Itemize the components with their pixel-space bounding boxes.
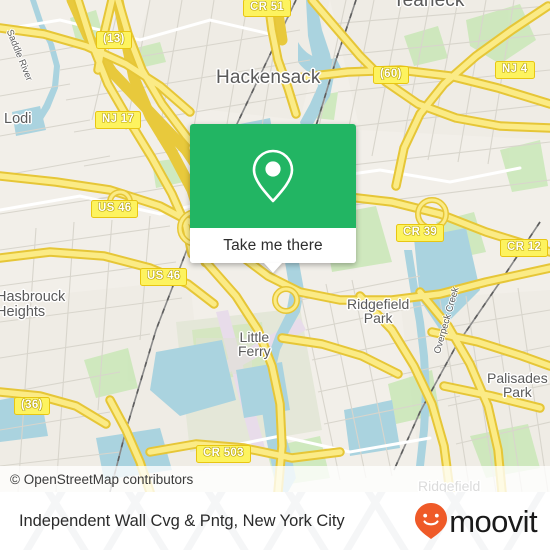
poi-popup-card[interactable]: Take me there — [190, 124, 356, 273]
moovit-wordmark: moovit — [449, 503, 537, 539]
map-shield-us-46-north: US 46 — [91, 200, 139, 218]
map-shield-60: (60) — [373, 66, 409, 84]
map-shield-cr-503: CR 503 — [196, 445, 251, 463]
map-shield-nj-17: NJ 17 — [95, 111, 142, 129]
map-shield-cr-39: CR 39 — [396, 224, 445, 242]
popup-pointer — [264, 263, 282, 273]
poi-popup-cta[interactable]: Take me there — [190, 228, 356, 273]
map-shield-cr-51: CR 51 — [243, 0, 292, 17]
map-shield-us-46-south: US 46 — [140, 268, 188, 286]
map-attribution-text: © OpenStreetMap contributors — [10, 471, 194, 487]
bottom-info-bar: Independent Wall Cvg & Pntg, New York Ci… — [0, 492, 550, 550]
moovit-logo[interactable]: moovit — [414, 503, 538, 539]
map-screenshot: Lodi Hackensack Teaneck Hasbrouck Height… — [0, 0, 550, 550]
map-shield-13: (13) — [96, 31, 132, 49]
moovit-pin-icon — [415, 503, 448, 539]
map-pin-icon — [252, 149, 294, 203]
map-shield-36: (36) — [14, 397, 50, 415]
map-shield-cr-12: CR 12 — [500, 239, 549, 257]
poi-popup-image — [190, 124, 356, 228]
poi-popup-cta-label: Take me there — [223, 236, 323, 254]
map-shield-nj-4: NJ 4 — [495, 61, 535, 79]
map-canvas[interactable]: Lodi Hackensack Teaneck Hasbrouck Height… — [0, 0, 550, 492]
poi-title: Independent Wall Cvg & Pntg, New York Ci… — [19, 511, 345, 530]
map-attribution-bar: © OpenStreetMap contributors — [0, 466, 550, 492]
